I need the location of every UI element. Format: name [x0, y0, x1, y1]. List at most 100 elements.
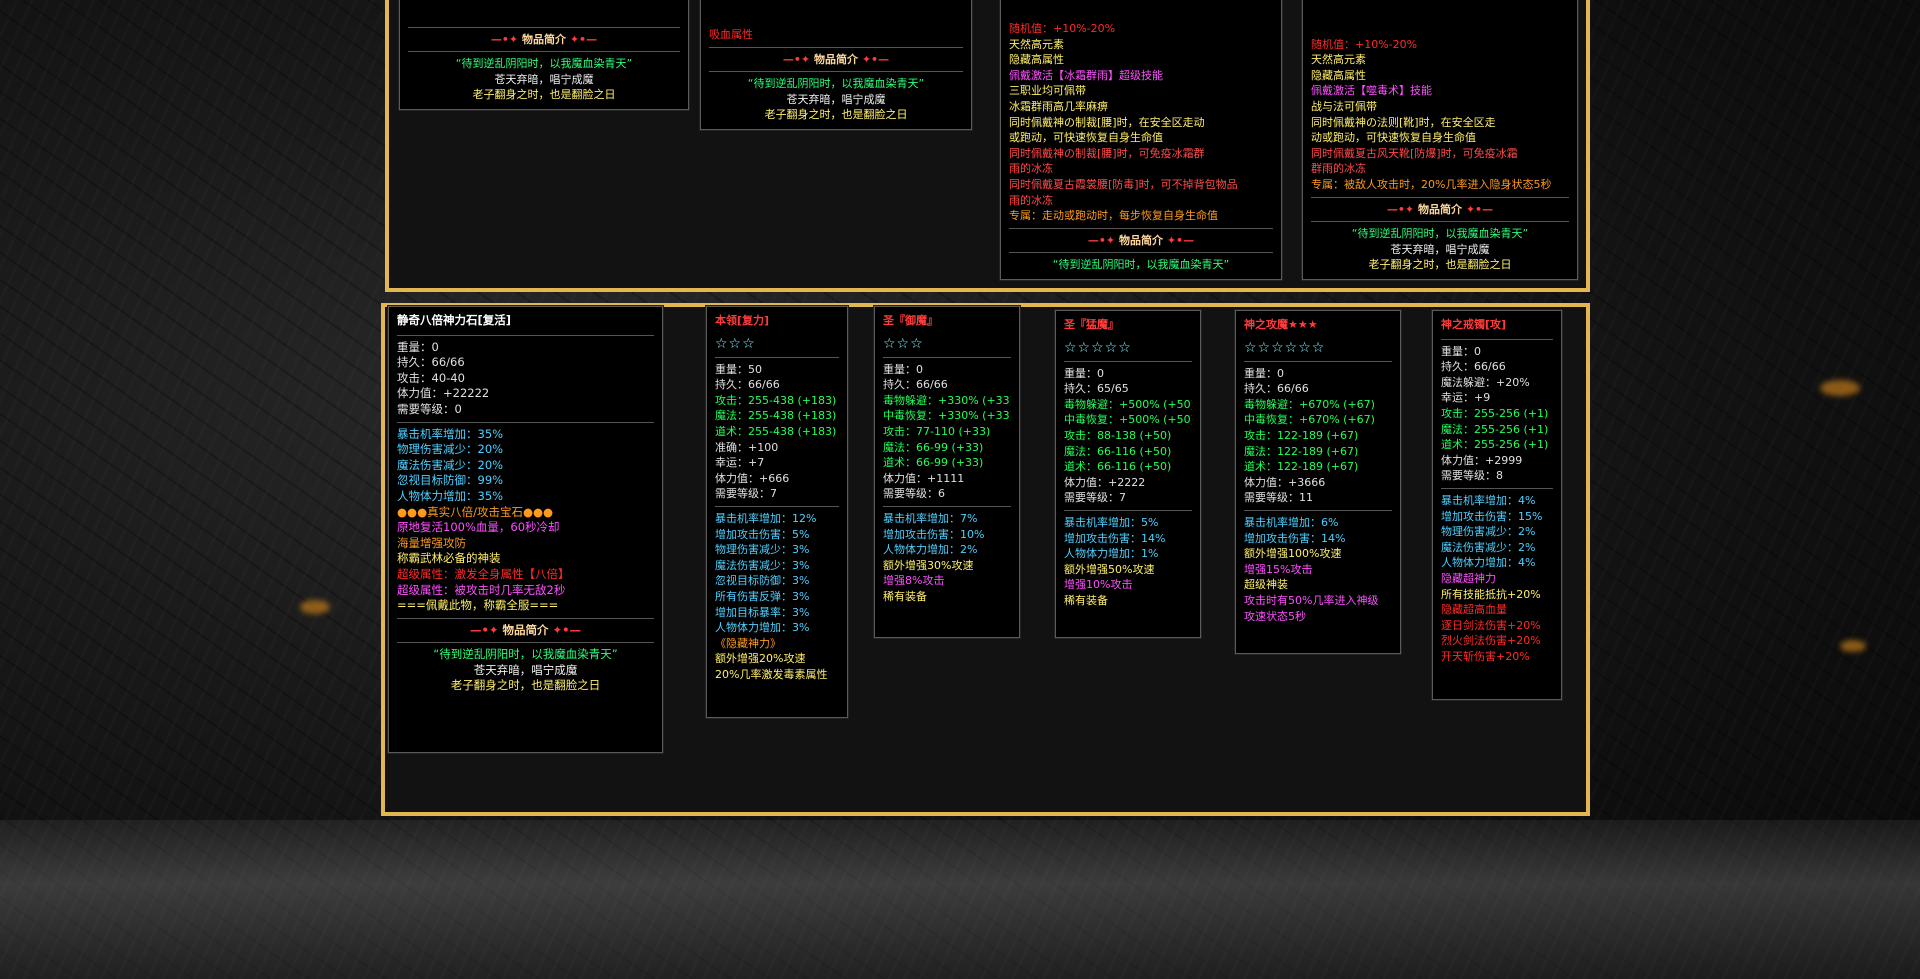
item-intro-header: —•✦ 物品简介 ✦•—	[1386, 202, 1494, 216]
stat-line: 重量：0	[397, 339, 439, 354]
stat-line: 道术：66-116 (+50)	[1064, 460, 1172, 474]
stat-line: 需要等级：8	[1441, 469, 1503, 483]
divider	[397, 421, 654, 423]
stat-line: 苍天弃暗，唱宁成魔	[1390, 242, 1490, 256]
stat-line: 《隐藏神力》	[715, 636, 781, 650]
stat-line: 攻击：255-256 (+1)	[1441, 406, 1549, 420]
item-intro-header: —•✦ 物品简介 ✦•—	[469, 622, 582, 637]
stat-line: 魔法：122-189 (+67)	[1244, 444, 1359, 458]
stat-line: 体力值：+1111	[883, 471, 965, 485]
divider	[1009, 227, 1273, 229]
stat-line: 暴击机率增加：12%	[715, 511, 817, 525]
stat-line: 需要等级：7	[1064, 491, 1126, 505]
divider	[1064, 509, 1192, 511]
stat-line: 中毒恢复：+330% (+33)	[883, 409, 1011, 423]
stat-line: 中毒恢复：+670% (+67)	[1244, 413, 1375, 427]
stat-line: 需要等级：11	[1244, 491, 1313, 505]
item-intro-label: 物品简介	[814, 52, 858, 66]
rating-stars: ☆☆☆	[883, 335, 924, 352]
item-quote: “待到逆乱阴阳时，以我魔血染青天”	[455, 57, 633, 71]
divider	[883, 356, 1011, 358]
stat-line: 中毒恢复：+500% (+50)	[1064, 413, 1192, 427]
item-intro-label: 物品简介	[1418, 202, 1462, 216]
stat-line: 攻击：77-110 (+33)	[883, 424, 991, 438]
stat-line: 体力值：+666	[715, 471, 790, 485]
stat-line: 攻击：40-40	[397, 370, 465, 385]
item-intro-header: —•✦ 物品简介 ✦•—	[490, 32, 598, 46]
stat-line: 超级神装	[1244, 578, 1288, 592]
item-tooltip-card: —•✦ 物品简介 ✦•— “待到逆乱阴阳时，以我魔血染青天” 苍天弃暗，唱宁成魔 老子…	[399, 0, 689, 110]
stat-line: 专属：被敌人攻击时，20%几率进入隐身状态5秒	[1311, 178, 1552, 192]
stat-line: 魔法伤害减少：3%	[715, 558, 810, 572]
item-title: 圣『御魔』	[883, 314, 938, 327]
stat-line: 雨的冰冻	[1009, 193, 1053, 207]
stat-line: 冰霜群雨高几率麻痹	[1009, 100, 1108, 114]
stat-line: 随机值：+10%-20%	[1311, 37, 1418, 51]
stat-line: ●●●真实八倍/攻击宝石●●●	[397, 504, 554, 519]
stat-line: 所有技能抵抗+20%	[1441, 587, 1541, 601]
stat-line: 或跑动，可快速恢复自身生命值	[1009, 131, 1163, 145]
stat-line: 稀有装备	[883, 589, 927, 603]
stat-line: 原地复活100%血量，60秒冷却	[397, 520, 560, 535]
stat-line: 超级属性：被攻击时几率无敌2秒	[397, 582, 566, 597]
stat-line: 隐藏超神力	[1441, 571, 1496, 585]
divider	[709, 71, 963, 73]
stat-line: 专属：走动或跑动时，每步恢复自身生命值	[1009, 209, 1218, 223]
divider	[1244, 360, 1392, 362]
stat-line: 同时佩戴夏古风天靴[防爆]时，可免疫冰霜	[1311, 146, 1518, 160]
item-title: 本领[复力]	[715, 314, 770, 327]
divider	[1009, 252, 1273, 254]
stat-line: 额外增强50%攻速	[1064, 562, 1155, 576]
divider	[1311, 196, 1569, 198]
stat-line: 魔法：255-438 (+183)	[715, 409, 837, 423]
stat-line: 需要等级：0	[397, 401, 462, 416]
stat-line: 幸运：+7	[715, 456, 765, 470]
stat-line: 同时佩戴神の制裁[腰]时，在安全区走动	[1009, 115, 1205, 129]
stat-line: 增加攻击伤害：14%	[1064, 531, 1166, 545]
stat-line: 动或跑动，可快速恢复自身生命值	[1311, 131, 1476, 145]
stat-line: 额外增强100%攻速	[1244, 547, 1342, 561]
stat-line: “待到逆乱阴阳时，以我魔血染青天”	[433, 647, 618, 662]
stat-line: 佩戴激活【噬毒术】技能	[1311, 84, 1432, 98]
stat-line: 暴击机率增加：6%	[1244, 515, 1339, 529]
stat-line: 体力值：+3666	[1244, 475, 1326, 489]
stat-line: 持久：66/66	[1244, 382, 1309, 396]
stat-line: 魔法伤害减少：20%	[397, 457, 504, 472]
item-tooltip-card: 本领[复力] ☆☆☆ 重量：50 持久：66/66 攻击：255-438 (+183) 魔…	[706, 306, 848, 718]
rating-stars: ☆☆☆☆☆	[1064, 339, 1132, 356]
stat-line: 体力值：+2999	[1441, 453, 1523, 467]
item-tooltip-card: 圣『猛魔』 ☆☆☆☆☆ 重量：0 持久：65/65 毒物躲避：+500% (+50) 中毒…	[1055, 310, 1201, 638]
item-intro-label: 物品简介	[502, 622, 549, 637]
stat-line: 天然高元素	[1311, 53, 1366, 67]
stat-line: 体力值：+2222	[1064, 475, 1146, 489]
stat-line: 人物体力增加：3%	[715, 621, 810, 635]
divider	[715, 356, 839, 358]
stat-line: 增强15%攻击	[1244, 562, 1313, 576]
stat-line: 同时佩戴神の法则[靴]时，在安全区走	[1311, 115, 1496, 129]
stat-line: 持久：66/66	[1441, 360, 1506, 374]
item-intro-label: 物品简介	[522, 32, 566, 46]
stat-line: 逐日剑法伤害+20%	[1441, 618, 1541, 632]
stat-line: 攻击：122-189 (+67)	[1244, 428, 1359, 442]
stat-line: 暴击机率增加：7%	[883, 511, 978, 525]
stat-line: 雨的冰冻	[1009, 162, 1053, 176]
rating-stars: ☆☆☆	[715, 335, 756, 352]
stat-line: 重量：0	[1064, 366, 1104, 380]
stat-line: 额外增强30%攻速	[883, 558, 974, 572]
stat-line: 群雨的冰冻	[1311, 162, 1366, 176]
stat-line: 重量：0	[1441, 344, 1481, 358]
stat-line: 准确：+100	[715, 440, 779, 454]
divider	[709, 46, 963, 48]
stat-line: 暴击机率增加：35%	[397, 426, 504, 441]
stat-line: 隐藏高属性	[1009, 53, 1064, 67]
item-tooltip-card: 随机值：+10%-20% 天然高元素 隐藏高属性 佩戴激活【冰霜群雨】超级技能 三职业均…	[1000, 0, 1282, 280]
stat-line: 需要等级：7	[715, 487, 777, 501]
divider	[1441, 338, 1553, 340]
stat-line: 持久：66/66	[715, 378, 780, 392]
stat-line: 持久：66/66	[883, 378, 948, 392]
stat-line: 增强10%攻击	[1064, 578, 1133, 592]
stat-line: 三职业均可佩带	[1009, 84, 1086, 98]
stat-line: 战与法可佩带	[1311, 100, 1377, 114]
stat-line: 佩戴激活【冰霜群雨】超级技能	[1009, 68, 1163, 82]
stat-line: 忽视目标防御：99%	[397, 473, 504, 488]
